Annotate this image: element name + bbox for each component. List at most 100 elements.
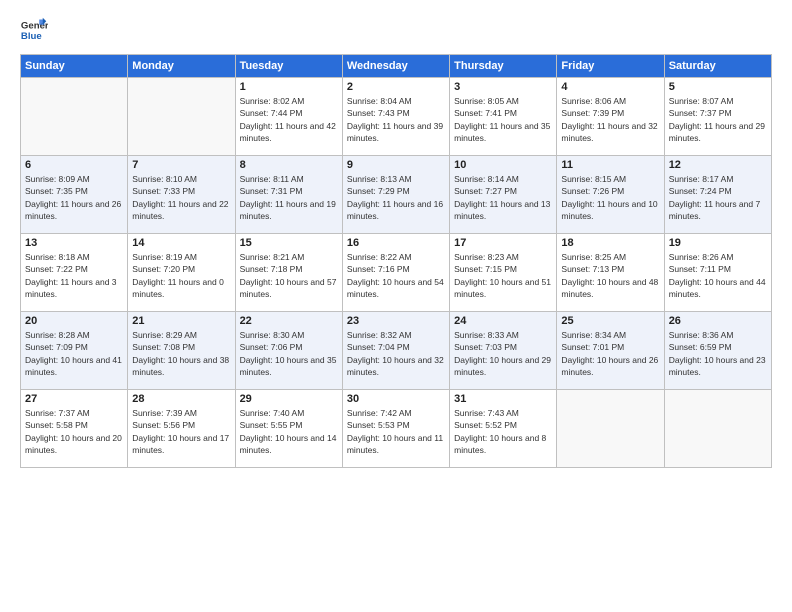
day-info: Sunrise: 8:10 AM Sunset: 7:33 PM Dayligh…: [132, 173, 230, 222]
logo-icon: General Blue: [20, 16, 48, 44]
day-info: Sunrise: 7:40 AM Sunset: 5:55 PM Dayligh…: [240, 407, 338, 456]
day-number: 11: [561, 159, 659, 171]
day-cell: 24Sunrise: 8:33 AM Sunset: 7:03 PM Dayli…: [450, 312, 557, 390]
day-info: Sunrise: 7:37 AM Sunset: 5:58 PM Dayligh…: [25, 407, 123, 456]
day-info: Sunrise: 8:18 AM Sunset: 7:22 PM Dayligh…: [25, 251, 123, 300]
header: General Blue: [20, 16, 772, 44]
day-cell: 3Sunrise: 8:05 AM Sunset: 7:41 PM Daylig…: [450, 78, 557, 156]
day-cell: 15 Sunrise: 8:21 AM Sunset: 7:18 PM Dayli…: [235, 234, 342, 312]
day-cell: [557, 390, 664, 468]
logo: General Blue: [20, 16, 52, 44]
day-cell: 25 Sunrise: 8:34 AM Sunset: 7:01 PM Dayli…: [557, 312, 664, 390]
day-cell: 14 Sunrise: 8:19 AM Sunset: 7:20 PM Dayli…: [128, 234, 235, 312]
week-row-5: 27 Sunrise: 7:37 AM Sunset: 5:58 PM Dayli…: [21, 390, 772, 468]
day-number: 15: [240, 237, 338, 249]
weekday-wednesday: Wednesday: [342, 55, 449, 78]
day-cell: 2 Sunrise: 8:04 AM Sunset: 7:43 PM Daylig…: [342, 78, 449, 156]
day-number: 5: [669, 81, 767, 93]
weekday-monday: Monday: [128, 55, 235, 78]
day-number: 10: [454, 159, 552, 171]
day-cell: 4 Sunrise: 8:06 AM Sunset: 7:39 PM Daylig…: [557, 78, 664, 156]
day-cell: 13 Sunrise: 8:18 AM Sunset: 7:22 PM Dayli…: [21, 234, 128, 312]
day-info: Sunrise: 8:21 AM Sunset: 7:18 PM Dayligh…: [240, 251, 338, 300]
day-info: Sunrise: 8:29 AM Sunset: 7:08 PM Dayligh…: [132, 329, 230, 378]
day-number: 23: [347, 315, 445, 327]
day-cell: 11 Sunrise: 8:15 AM Sunset: 7:26 PM Dayli…: [557, 156, 664, 234]
day-cell: 26Sunrise: 8:36 AM Sunset: 6:59 PM Dayli…: [664, 312, 771, 390]
day-cell: [664, 390, 771, 468]
weekday-saturday: Saturday: [664, 55, 771, 78]
day-number: 1: [240, 81, 338, 93]
day-number: 31: [454, 393, 552, 405]
day-cell: 30 Sunrise: 7:42 AM Sunset: 5:53 PM Dayli…: [342, 390, 449, 468]
day-info: Sunrise: 7:42 AM Sunset: 5:53 PM Dayligh…: [347, 407, 445, 456]
day-info: Sunrise: 8:09 AM Sunset: 7:35 PM Dayligh…: [25, 173, 123, 222]
day-number: 13: [25, 237, 123, 249]
day-cell: 27 Sunrise: 7:37 AM Sunset: 5:58 PM Dayli…: [21, 390, 128, 468]
day-cell: 6 Sunrise: 8:09 AM Sunset: 7:35 PM Daylig…: [21, 156, 128, 234]
day-number: 16: [347, 237, 445, 249]
week-row-3: 13 Sunrise: 8:18 AM Sunset: 7:22 PM Dayli…: [21, 234, 772, 312]
day-number: 26: [669, 315, 767, 327]
day-number: 12: [669, 159, 767, 171]
day-info: Sunrise: 8:07 AM Sunset: 7:37 PM Dayligh…: [669, 95, 767, 144]
day-number: 22: [240, 315, 338, 327]
day-cell: 18Sunrise: 8:25 AM Sunset: 7:13 PM Dayli…: [557, 234, 664, 312]
day-cell: 19 Sunrise: 8:26 AM Sunset: 7:11 PM Dayli…: [664, 234, 771, 312]
day-number: 14: [132, 237, 230, 249]
day-number: 19: [669, 237, 767, 249]
calendar-page: General Blue SundayMondayTuesdayWednesda…: [0, 0, 792, 612]
day-info: Sunrise: 8:11 AM Sunset: 7:31 PM Dayligh…: [240, 173, 338, 222]
calendar-table: SundayMondayTuesdayWednesdayThursdayFrid…: [20, 54, 772, 468]
day-info: Sunrise: 8:19 AM Sunset: 7:20 PM Dayligh…: [132, 251, 230, 300]
day-cell: 8 Sunrise: 8:11 AM Sunset: 7:31 PM Daylig…: [235, 156, 342, 234]
day-cell: 20Sunrise: 8:28 AM Sunset: 7:09 PM Dayli…: [21, 312, 128, 390]
day-info: Sunrise: 8:30 AM Sunset: 7:06 PM Dayligh…: [240, 329, 338, 378]
weekday-thursday: Thursday: [450, 55, 557, 78]
day-number: 6: [25, 159, 123, 171]
day-number: 8: [240, 159, 338, 171]
day-cell: 1 Sunrise: 8:02 AM Sunset: 7:44 PM Daylig…: [235, 78, 342, 156]
day-number: 7: [132, 159, 230, 171]
day-info: Sunrise: 8:17 AM Sunset: 7:24 PM Dayligh…: [669, 173, 767, 222]
day-number: 30: [347, 393, 445, 405]
day-info: Sunrise: 7:39 AM Sunset: 5:56 PM Dayligh…: [132, 407, 230, 456]
day-number: 21: [132, 315, 230, 327]
day-cell: 5 Sunrise: 8:07 AM Sunset: 7:37 PM Daylig…: [664, 78, 771, 156]
day-info: Sunrise: 8:22 AM Sunset: 7:16 PM Dayligh…: [347, 251, 445, 300]
day-info: Sunrise: 8:23 AM Sunset: 7:15 PM Dayligh…: [454, 251, 552, 300]
day-number: 9: [347, 159, 445, 171]
day-info: Sunrise: 8:05 AM Sunset: 7:41 PM Dayligh…: [454, 95, 552, 144]
day-info: Sunrise: 8:26 AM Sunset: 7:11 PM Dayligh…: [669, 251, 767, 300]
day-info: Sunrise: 8:06 AM Sunset: 7:39 PM Dayligh…: [561, 95, 659, 144]
day-cell: 31 Sunrise: 7:43 AM Sunset: 5:52 PM Dayli…: [450, 390, 557, 468]
day-info: Sunrise: 8:33 AM Sunset: 7:03 PM Dayligh…: [454, 329, 552, 378]
day-number: 29: [240, 393, 338, 405]
day-number: 4: [561, 81, 659, 93]
week-row-1: 1 Sunrise: 8:02 AM Sunset: 7:44 PM Daylig…: [21, 78, 772, 156]
weekday-tuesday: Tuesday: [235, 55, 342, 78]
week-row-2: 6 Sunrise: 8:09 AM Sunset: 7:35 PM Daylig…: [21, 156, 772, 234]
day-cell: 7 Sunrise: 8:10 AM Sunset: 7:33 PM Daylig…: [128, 156, 235, 234]
day-cell: 23 Sunrise: 8:32 AM Sunset: 7:04 PM Dayli…: [342, 312, 449, 390]
weekday-sunday: Sunday: [21, 55, 128, 78]
day-cell: [21, 78, 128, 156]
day-info: Sunrise: 8:02 AM Sunset: 7:44 PM Dayligh…: [240, 95, 338, 144]
day-info: Sunrise: 8:25 AM Sunset: 7:13 PM Dayligh…: [561, 251, 659, 300]
day-info: Sunrise: 7:43 AM Sunset: 5:52 PM Dayligh…: [454, 407, 552, 456]
svg-text:Blue: Blue: [21, 31, 42, 42]
day-info: Sunrise: 8:15 AM Sunset: 7:26 PM Dayligh…: [561, 173, 659, 222]
day-cell: 17 Sunrise: 8:23 AM Sunset: 7:15 PM Dayli…: [450, 234, 557, 312]
day-info: Sunrise: 8:14 AM Sunset: 7:27 PM Dayligh…: [454, 173, 552, 222]
day-number: 2: [347, 81, 445, 93]
day-info: Sunrise: 8:04 AM Sunset: 7:43 PM Dayligh…: [347, 95, 445, 144]
day-number: 28: [132, 393, 230, 405]
day-cell: 10 Sunrise: 8:14 AM Sunset: 7:27 PM Dayli…: [450, 156, 557, 234]
day-number: 17: [454, 237, 552, 249]
day-info: Sunrise: 8:32 AM Sunset: 7:04 PM Dayligh…: [347, 329, 445, 378]
day-info: Sunrise: 8:34 AM Sunset: 7:01 PM Dayligh…: [561, 329, 659, 378]
day-cell: 22 Sunrise: 8:30 AM Sunset: 7:06 PM Dayli…: [235, 312, 342, 390]
day-number: 27: [25, 393, 123, 405]
day-number: 25: [561, 315, 659, 327]
day-cell: 9Sunrise: 8:13 AM Sunset: 7:29 PM Daylig…: [342, 156, 449, 234]
